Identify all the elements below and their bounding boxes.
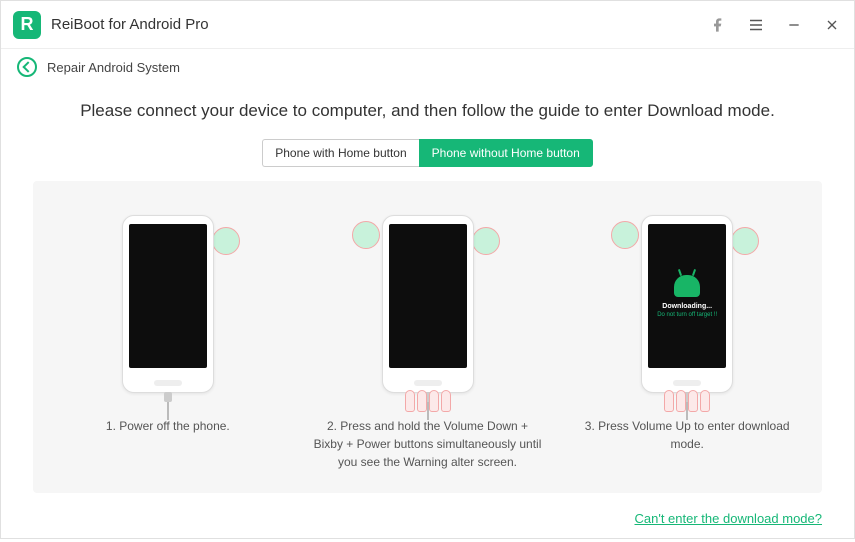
facebook-icon[interactable] (708, 15, 728, 35)
subheader: Repair Android System (1, 49, 854, 85)
downloading-label: Downloading... (662, 303, 712, 310)
steps-panel: 1. Power off the phone. 2. Press and hol… (33, 181, 822, 493)
step-3-illustration: Downloading... Do not turn off target !! (597, 199, 777, 409)
menu-icon[interactable] (746, 15, 766, 35)
step-2-caption: 2. Press and hold the Volume Down + Bixb… (313, 417, 543, 471)
titlebar: R ReiBoot for Android Pro (1, 1, 854, 49)
close-icon[interactable] (822, 15, 842, 35)
phone-screen-downloading: Downloading... Do not turn off target !! (648, 224, 726, 368)
app-title: ReiBoot for Android Pro (51, 16, 209, 33)
instruction-text: Please connect your device to computer, … (33, 101, 822, 121)
step-1-illustration (78, 199, 258, 409)
content: Please connect your device to computer, … (1, 85, 854, 542)
footer: Can't enter the download mode? (33, 511, 822, 526)
back-button[interactable] (17, 57, 37, 77)
tab-no-home-button[interactable]: Phone without Home button (419, 139, 593, 167)
mode-tabs: Phone with Home button Phone without Hom… (33, 139, 822, 167)
step-2-illustration (338, 199, 518, 409)
app-logo: R (13, 11, 41, 39)
window-controls (708, 15, 842, 35)
step-2: 2. Press and hold the Volume Down + Bixb… (303, 199, 553, 471)
usb-cable-icon (164, 392, 172, 420)
downloading-warning: Do not turn off target !! (657, 312, 717, 318)
phone-screen-off (129, 224, 207, 368)
phone-screen-off (389, 224, 467, 368)
step-1: 1. Power off the phone. (43, 199, 293, 471)
step-3-caption: 3. Press Volume Up to enter download mod… (572, 417, 802, 453)
tab-home-button[interactable]: Phone with Home button (262, 139, 418, 167)
minimize-icon[interactable] (784, 15, 804, 35)
subheader-title: Repair Android System (47, 60, 180, 75)
android-icon (674, 275, 700, 297)
step-3: Downloading... Do not turn off target !!… (562, 199, 812, 471)
cant-enter-link[interactable]: Can't enter the download mode? (635, 511, 823, 526)
